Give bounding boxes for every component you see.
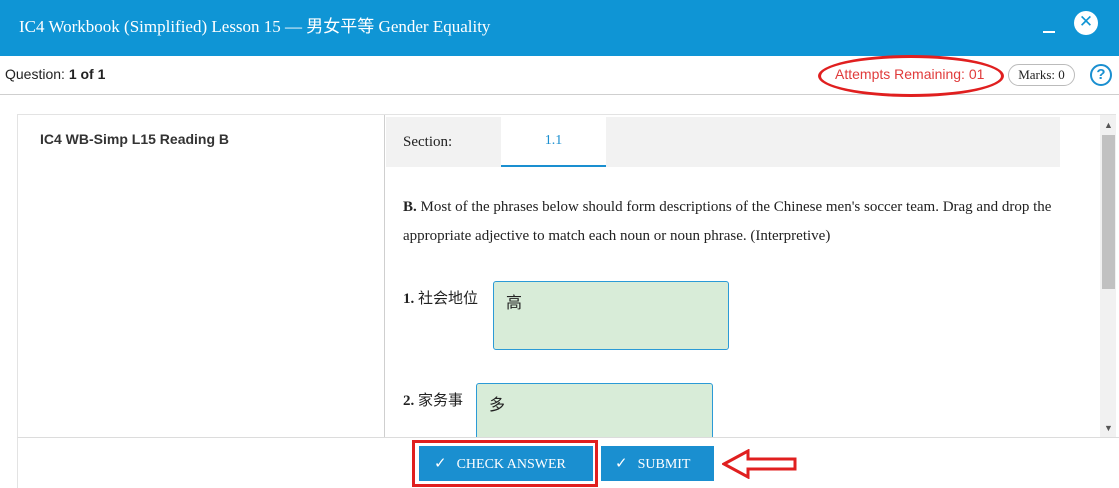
- title-bar: IC4 Workbook (Simplified) Lesson 15 — 男女…: [0, 0, 1119, 56]
- scroll-down-icon[interactable]: ▼: [1100, 422, 1116, 434]
- scroll-up-icon[interactable]: ▲: [1100, 119, 1116, 131]
- question-panel: IC4 WB-Simp L15 Reading B Section: 1.1 B…: [17, 114, 1116, 437]
- question-name[interactable]: IC4 WB-Simp L15 Reading B: [40, 131, 229, 147]
- check-answer-button[interactable]: ✓ CHECK ANSWER: [419, 446, 593, 481]
- question-bar: Question: 1 of 1 Attempts Remaining: 01: [0, 56, 1119, 95]
- close-icon[interactable]: ✕: [1074, 11, 1098, 35]
- drop-zone-2[interactable]: 多: [476, 383, 713, 437]
- item-label-2: 2. 家务事: [403, 389, 463, 410]
- tab-section-1-1[interactable]: 1.1: [501, 117, 606, 167]
- vertical-scrollbar[interactable]: ▲ ▼: [1100, 115, 1116, 437]
- help-icon[interactable]: ?: [1090, 64, 1112, 86]
- scroll-thumb[interactable]: [1102, 135, 1115, 289]
- check-answer-label: CHECK ANSWER: [456, 457, 566, 472]
- check-icon: ✓: [434, 454, 447, 472]
- drop-zone-1[interactable]: 高: [493, 281, 729, 350]
- check-icon: ✓: [615, 454, 628, 472]
- section-label: Section:: [403, 134, 453, 150]
- instructions-text: Most of the phrases below should form de…: [403, 199, 1052, 244]
- window-title: IC4 Workbook (Simplified) Lesson 15 — 男女…: [19, 17, 491, 36]
- annotation-arrow-icon: [722, 449, 797, 479]
- question-value: 1 of 1: [68, 66, 106, 82]
- item-noun: 社会地位: [418, 291, 479, 307]
- item-number: 2.: [403, 393, 415, 409]
- marks-badge: Marks: 0: [1008, 64, 1075, 86]
- section-bar: Section: 1.1: [386, 117, 1060, 167]
- question-prefix: Question:: [5, 66, 65, 82]
- minimize-icon[interactable]: [1040, 14, 1060, 36]
- item-number: 1.: [403, 291, 415, 307]
- item-noun: 家务事: [418, 393, 464, 409]
- question-indicator: Question: 1 of 1: [5, 66, 105, 82]
- item-label-1: 1. 社会地位: [403, 287, 478, 308]
- instructions: B. Most of the phrases below should form…: [403, 193, 1083, 251]
- attempts-remaining: Attempts Remaining: 01: [835, 66, 985, 82]
- question-list-pane: IC4 WB-Simp L15 Reading B: [18, 115, 385, 437]
- instructions-prefix: B.: [403, 199, 417, 215]
- submit-button[interactable]: ✓ SUBMIT: [601, 446, 714, 481]
- submit-label: SUBMIT: [637, 457, 691, 472]
